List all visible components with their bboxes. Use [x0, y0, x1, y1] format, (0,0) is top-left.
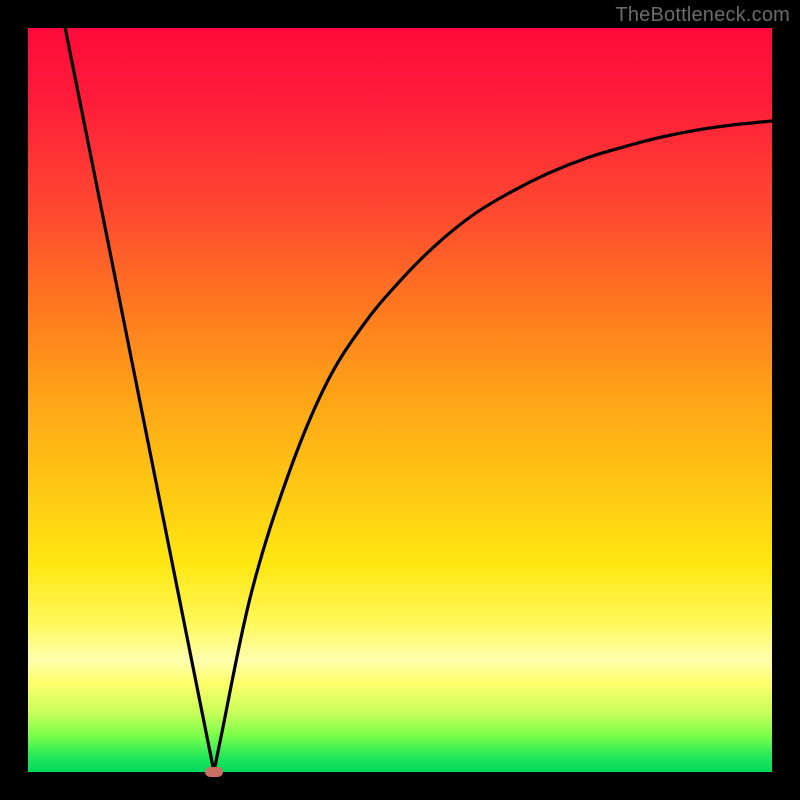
chart-frame: TheBottleneck.com — [0, 0, 800, 800]
watermark-text: TheBottleneck.com — [615, 4, 790, 27]
plot-area — [28, 28, 772, 772]
bottleneck-curve — [28, 28, 772, 772]
minimum-marker — [205, 767, 223, 777]
